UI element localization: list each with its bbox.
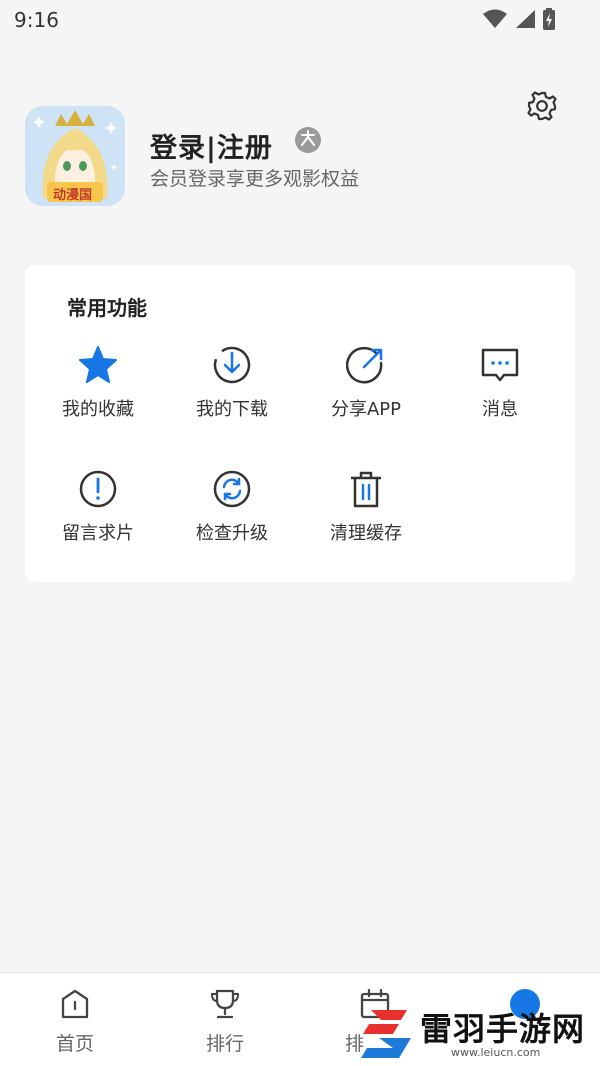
watermark-logo-icon [355,1004,415,1066]
downloads-label: 我的下载 [196,399,268,420]
status-bar: 9:16 [0,0,600,40]
vip-badge [295,127,321,153]
functions-title: 常用功能 [67,296,147,320]
trash-icon [346,469,386,509]
login-subtitle: 会员登录享更多观影权益 [150,168,360,190]
status-icons [482,8,556,34]
messages-item[interactable]: 消息 [433,345,567,445]
exclamation-icon [78,469,118,509]
watermark-url: www.leiucn.com [451,1046,541,1059]
signal-icon [514,9,536,33]
messages-label: 消息 [482,399,518,420]
favorites-label: 我的收藏 [62,399,134,420]
functions-card: 常用功能 我的收藏 我的下载 分享APP 消息 留言求片 检查升级 清理缓存 [25,265,575,582]
share-app-label: 分享APP [330,399,402,420]
watermark: 雷羽手游网 www.leiucn.com [355,1000,600,1066]
clear-cache-label: 清理缓存 [330,523,402,544]
wifi-icon [482,9,508,33]
favorites-item[interactable]: 我的收藏 [31,345,165,445]
home-icon [58,987,92,1025]
avatar-caption: 动漫国 [53,188,93,203]
check-update-item[interactable]: 检查升级 [165,469,299,569]
share-app-item[interactable]: 分享APP [299,345,433,445]
request-film-label: 留言求片 [62,523,134,544]
settings-button[interactable] [524,90,560,126]
refresh-icon [212,469,252,509]
check-update-label: 检查升级 [196,523,268,544]
tab-home[interactable]: 首页 [25,987,125,1056]
downloads-item[interactable]: 我的下载 [165,345,299,445]
login-register-link[interactable]: 登录|注册 [150,126,273,165]
watermark-text: 雷羽手游网 [420,1010,586,1048]
battery-icon [542,8,556,34]
trophy-icon [208,987,242,1025]
star-icon [78,345,118,385]
badge-icon [299,129,317,151]
tab-ranking-label: 排行 [205,1033,244,1055]
message-icon [480,345,520,385]
avatar[interactable]: 动漫国 [25,106,125,206]
request-film-item[interactable]: 留言求片 [31,469,165,569]
gear-icon [526,90,558,126]
tab-ranking[interactable]: 排行 [175,987,275,1056]
share-icon [346,345,386,385]
download-icon [212,345,252,385]
status-time: 9:16 [14,8,59,32]
clear-cache-item[interactable]: 清理缓存 [299,469,433,569]
tab-home-label: 首页 [55,1033,94,1055]
